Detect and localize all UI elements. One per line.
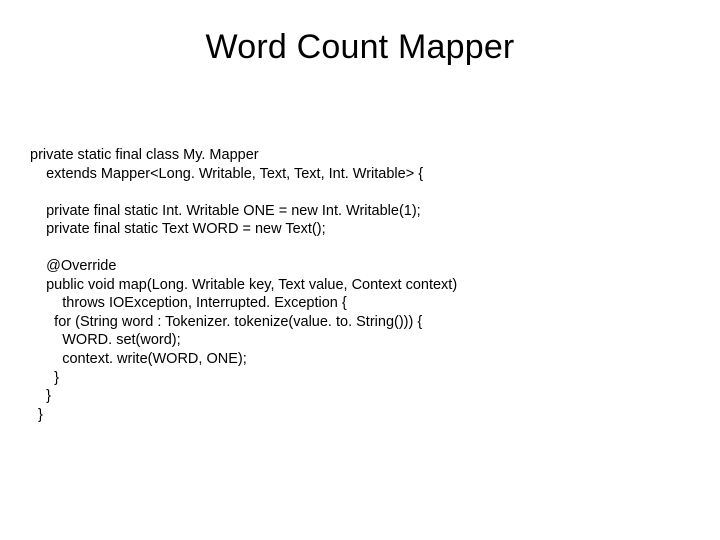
code-line: private static final class My. Mapper [30,147,259,163]
code-line: context. write(WORD, ONE); [30,351,247,367]
code-line: } [30,370,59,386]
code-line: private final static Int. Writable ONE =… [30,203,421,219]
code-line: @Override [30,258,116,274]
code-line: throws IOException, Interrupted. Excepti… [30,295,347,311]
code-line: WORD. set(word); [30,332,181,348]
code-block: private static final class My. Mapper ex… [30,146,457,424]
code-line: extends Mapper<Long. Writable, Text, Tex… [30,166,423,182]
code-line: public void map(Long. Writable key, Text… [30,277,457,293]
code-line: private final static Text WORD = new Tex… [30,221,326,237]
code-line: } [30,388,51,404]
slide: Word Count Mapper private static final c… [0,0,720,540]
code-line: for (String word : Tokenizer. tokenize(v… [30,314,422,330]
slide-title: Word Count Mapper [0,28,720,67]
code-line: } [30,407,43,423]
